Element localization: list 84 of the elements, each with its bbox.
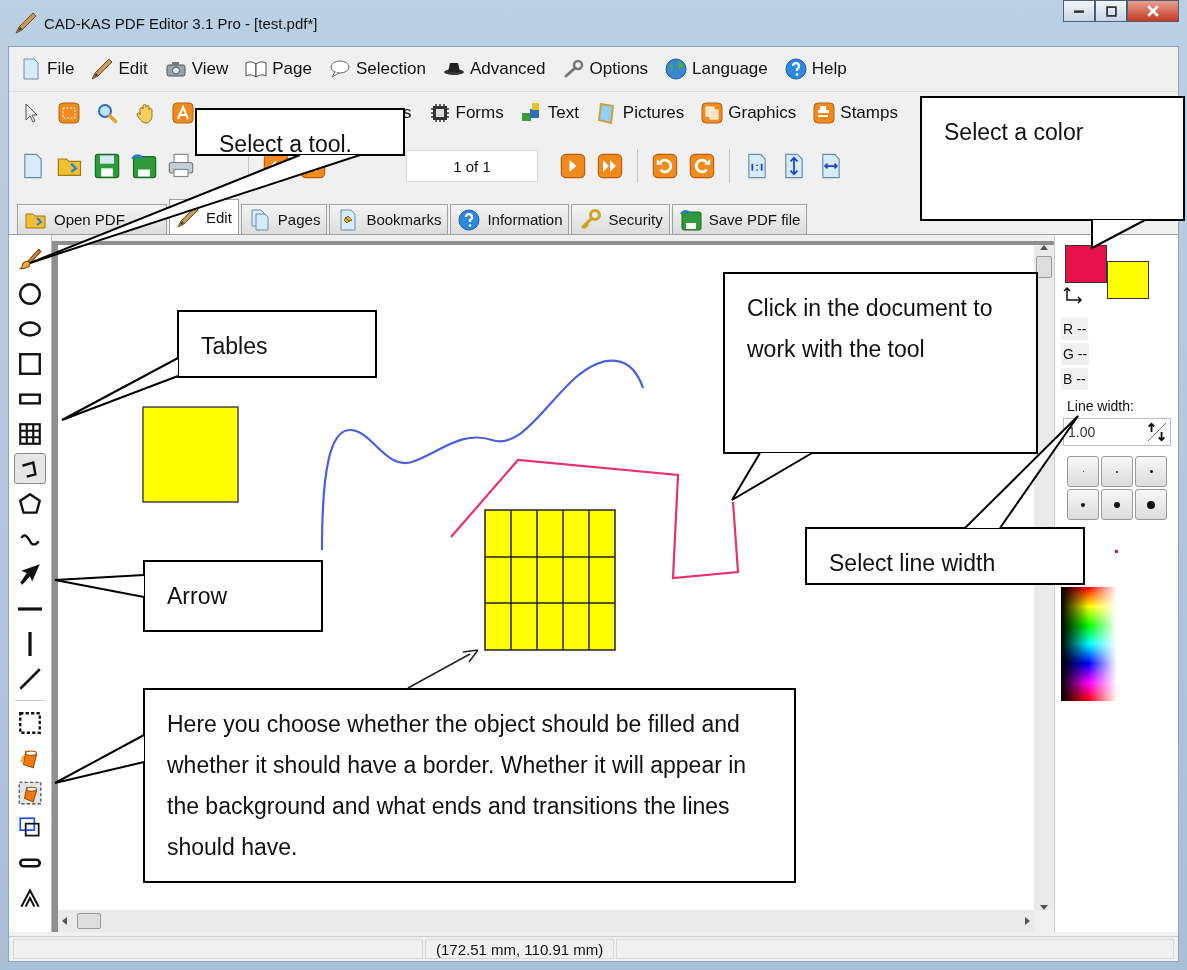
polygon-icon: [17, 490, 43, 517]
menu-item[interactable]: Edit: [90, 57, 148, 81]
scroll-right-icon[interactable]: [1025, 917, 1030, 925]
color-channel-label: R --: [1061, 318, 1089, 340]
menu-item[interactable]: View: [163, 57, 229, 81]
toolbar-button[interactable]: Stamps: [812, 101, 898, 125]
skip-forward-icon[interactable]: [596, 152, 624, 180]
pencil-icon: [90, 57, 115, 81]
tab[interactable]: Information: [450, 204, 570, 234]
tab[interactable]: Pages: [240, 204, 328, 234]
menu-item[interactable]: File: [19, 57, 75, 81]
vertical-line-icon: [28, 631, 32, 656]
square-icon: [17, 350, 43, 377]
color-channel-label: B --: [1061, 368, 1088, 390]
scroll-left-icon[interactable]: [62, 917, 67, 925]
triangle-right-icon[interactable]: [559, 152, 587, 180]
line-width-button[interactable]: [1101, 489, 1133, 520]
tab[interactable]: Security: [571, 204, 670, 234]
shapes-icon: [700, 101, 725, 125]
line-width-button[interactable]: [1135, 489, 1167, 520]
bucket-dashed-icon: [17, 779, 43, 806]
pointer-arrow: [407, 649, 479, 689]
menu-item[interactable]: Language: [664, 57, 768, 81]
cursor-coordinates: (172.51 mm, 110.91 mm): [425, 939, 615, 959]
letter-icon[interactable]: [171, 101, 195, 125]
table-icon: [17, 420, 43, 447]
magnifier-icon[interactable]: [95, 101, 119, 125]
horizontal-line-icon: [18, 606, 42, 611]
maximize-icon: [1105, 5, 1117, 17]
speech-bubble-icon: [327, 57, 352, 81]
close-icon: [1147, 5, 1159, 17]
menu-item[interactable]: Help: [783, 57, 847, 81]
close-button[interactable]: [1127, 0, 1179, 22]
color-gradient-picker[interactable]: [1061, 587, 1117, 701]
page-number-field[interactable]: 1 of 1: [406, 150, 538, 182]
maximize-button[interactable]: [1095, 0, 1127, 22]
scroll-down-icon[interactable]: [1040, 905, 1048, 910]
minimize-button[interactable]: [1063, 0, 1095, 22]
menu-item[interactable]: Options: [561, 57, 649, 81]
foreground-color-swatch[interactable]: [1065, 245, 1107, 283]
toolbar-button[interactable]: Text: [519, 101, 579, 125]
scroll-thumb[interactable]: [77, 913, 101, 929]
tab[interactable]: Bookmarks: [329, 204, 449, 234]
stamp-icon: [812, 101, 837, 125]
callout-text: Select a tool.: [219, 131, 352, 157]
help-icon: [457, 207, 482, 232]
callout-text: Select a color: [944, 119, 1084, 145]
rotate-left-icon[interactable]: [651, 152, 679, 180]
callout-text: Click in the document to work with the tool: [747, 295, 993, 362]
printer-icon[interactable]: [167, 152, 195, 180]
scroll-thumb[interactable]: [1036, 256, 1052, 278]
menu-item[interactable]: Page: [244, 57, 312, 81]
help-icon: [783, 57, 808, 81]
toolbar-button[interactable]: Pictures: [594, 101, 685, 125]
floppy-arrow-icon[interactable]: [130, 152, 158, 180]
rotate-right-icon[interactable]: [688, 152, 716, 180]
globe-icon: [664, 57, 689, 81]
minimize-icon: [1074, 9, 1084, 13]
dashed-square-icon: [17, 709, 43, 736]
polyline-tool[interactable]: [14, 453, 46, 484]
floppy-icon[interactable]: [93, 152, 121, 180]
callout-text: Here you choose whether the object should be filled and whether it should have a border. Whether it will appear in the background and what ends and transitions the lines should have.: [167, 711, 747, 860]
floppy-arrow-icon: [678, 207, 703, 232]
horizontal-scrollbar[interactable]: [58, 910, 1034, 932]
toolbar-button[interactable]: Forms: [427, 101, 504, 125]
line-width-field[interactable]: 1.00: [1063, 418, 1171, 446]
toolbar-button[interactable]: Graphics: [700, 101, 797, 125]
dashed-frame-icon[interactable]: [57, 101, 81, 125]
circle-icon: [17, 280, 43, 307]
callout-text: Arrow: [167, 583, 228, 609]
spin-arrows-icon[interactable]: [1146, 421, 1168, 443]
menu-item[interactable]: Selection: [327, 57, 426, 81]
window-title: CAD-KAS PDF Editor 3.1 Pro - [test.pdf*]: [44, 14, 318, 32]
background-color-swatch[interactable]: [1107, 261, 1149, 299]
pencil-icon: [14, 11, 38, 35]
brush-icon: [17, 245, 43, 272]
scroll-up-icon[interactable]: [1040, 245, 1048, 250]
tab[interactable]: Save PDF file: [671, 204, 808, 234]
callout-text: Tables: [201, 333, 268, 359]
key-icon: [578, 207, 603, 232]
menu-item[interactable]: Advanced: [441, 57, 546, 81]
line-width-label: Line width:: [1067, 398, 1134, 414]
color-channel-label: G --: [1061, 343, 1090, 365]
callout-text: Select line width: [829, 550, 996, 576]
